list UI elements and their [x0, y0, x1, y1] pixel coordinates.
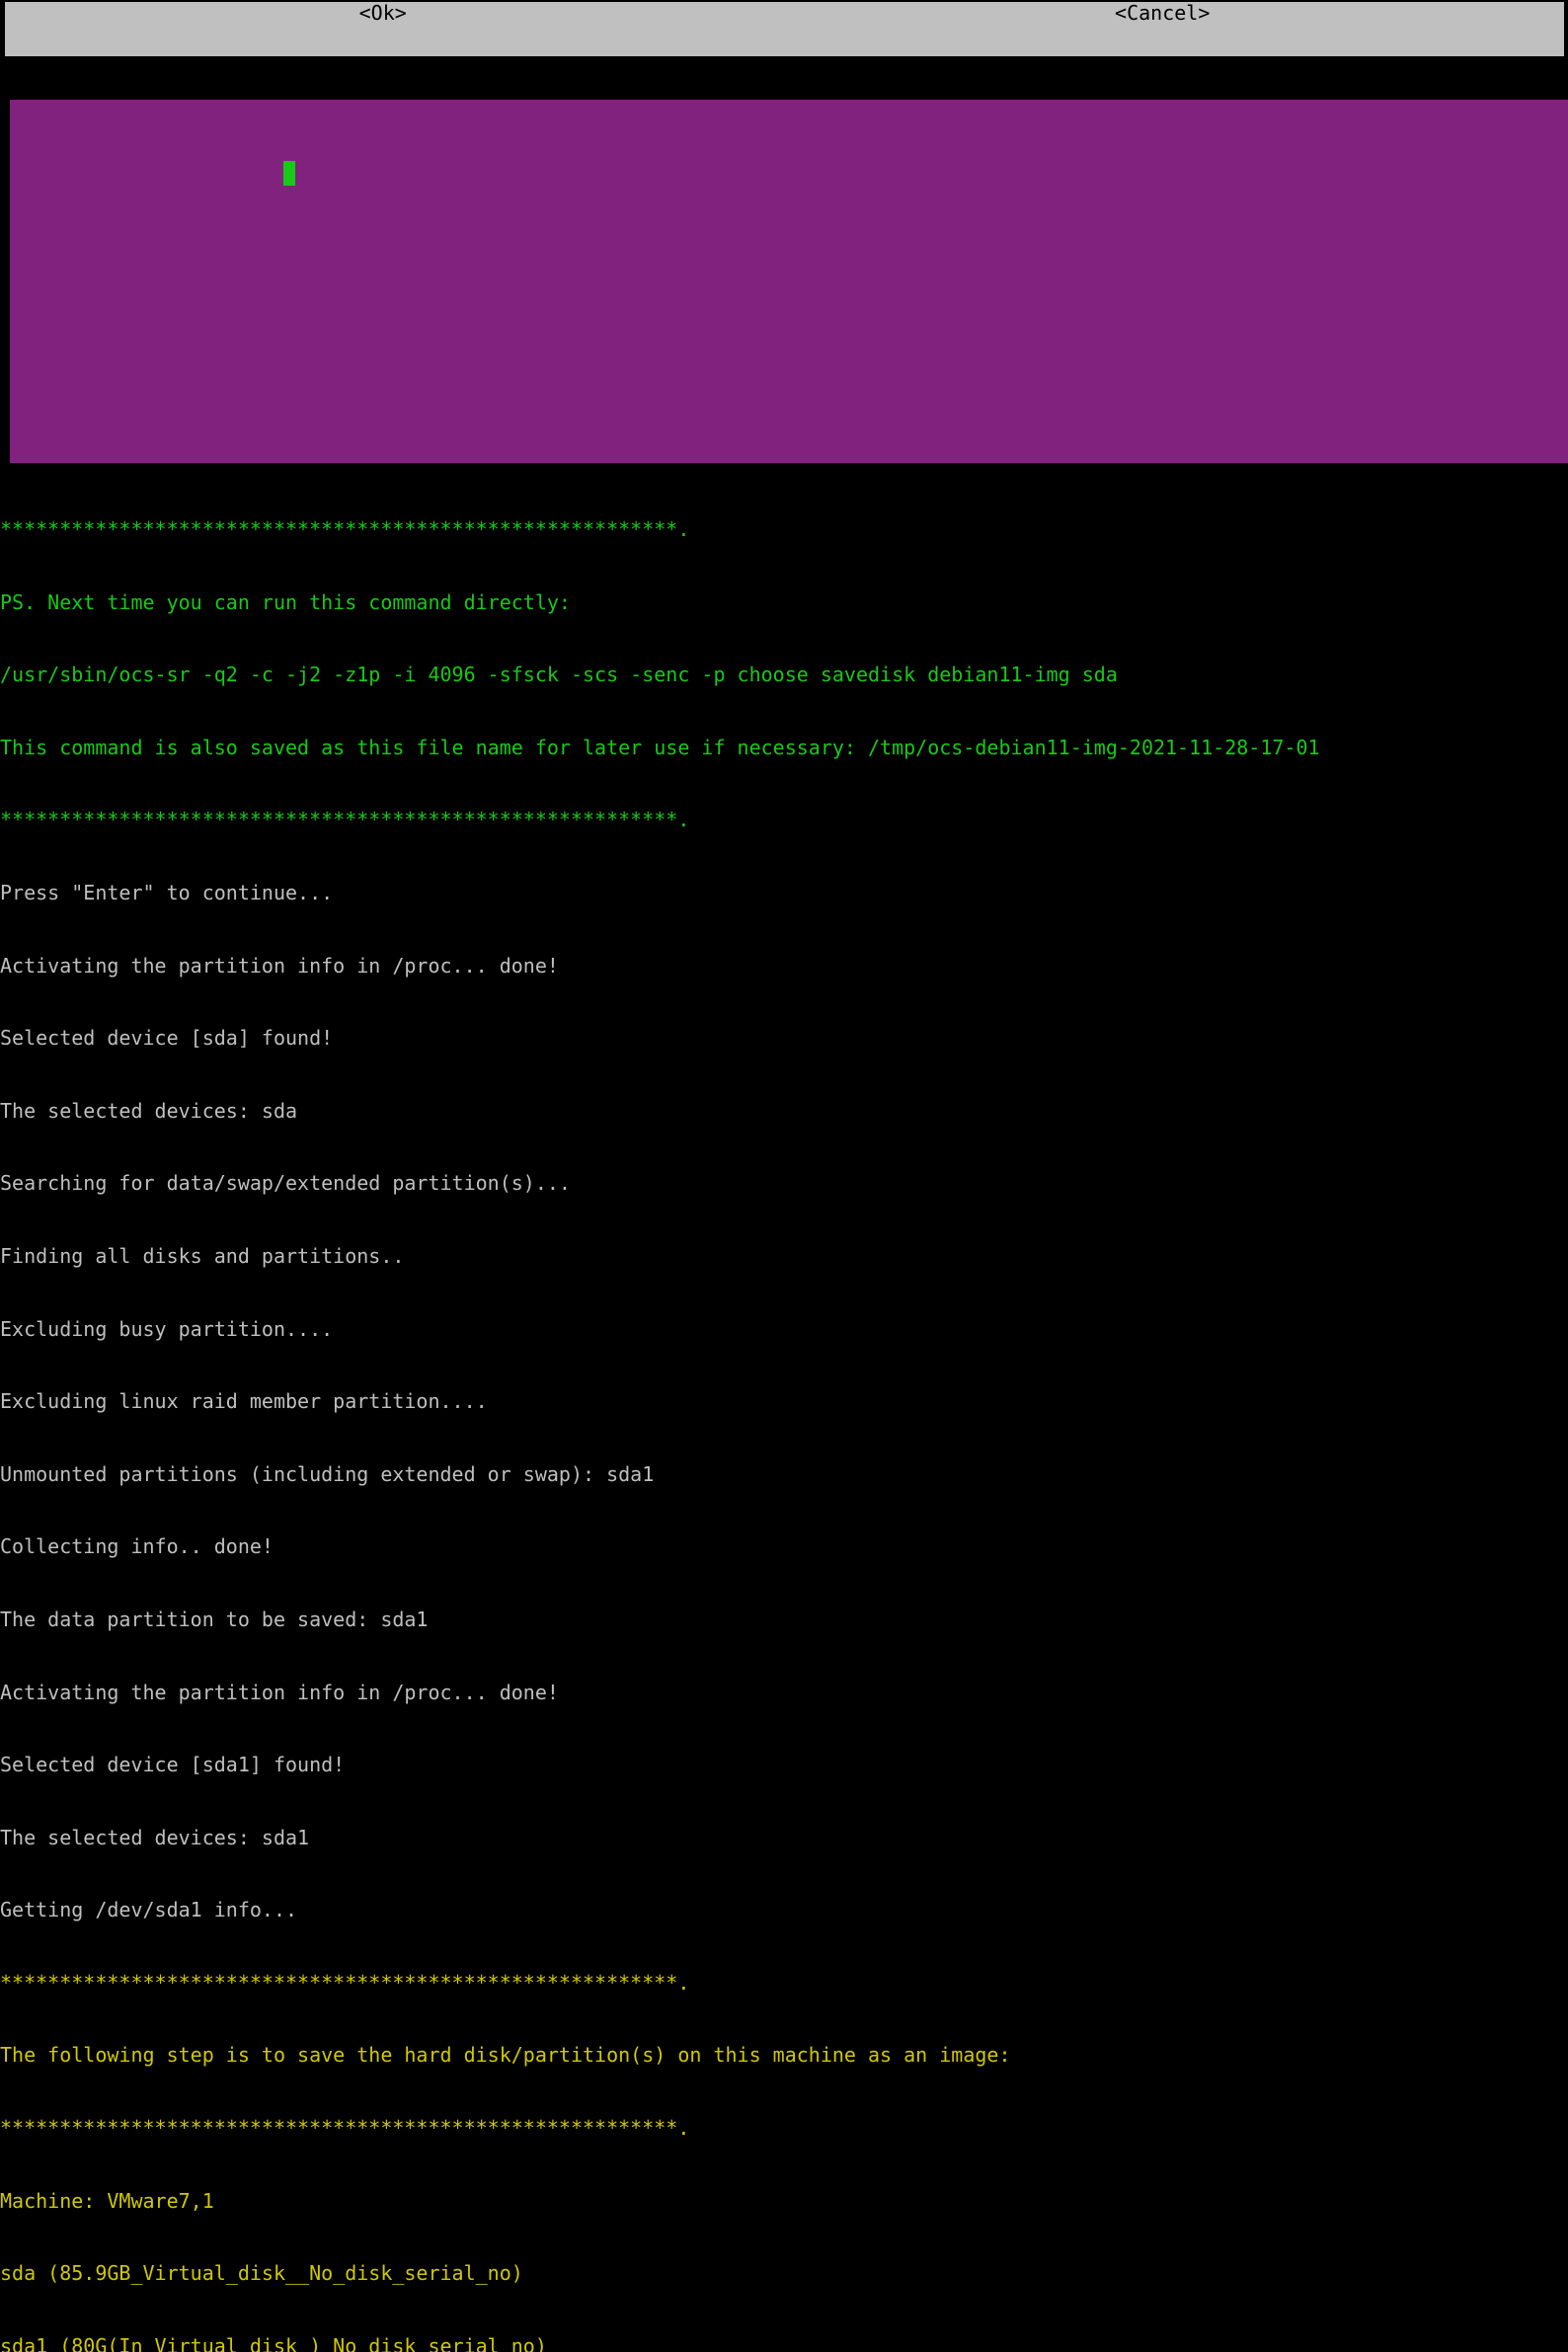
data-partition-line: The data partition to be saved: sda1 — [0, 1607, 1568, 1632]
separator-line: ****************************************… — [0, 808, 1568, 832]
selected-device-line: Selected device [sda1] found! — [0, 1753, 1568, 1777]
disk-sda-line: sda (85.9GB_Virtual_disk__No_disk_serial… — [0, 2261, 1568, 2286]
activating-line: Activating the partition info in /proc..… — [0, 954, 1568, 979]
black-strip — [10, 60, 1568, 100]
separator-line: ****************************************… — [0, 2116, 1568, 2141]
command-line: /usr/sbin/ocs-sr -q2 -c -j2 -z1p -i 4096… — [0, 663, 1568, 687]
separator-line: ****************************************… — [0, 1971, 1568, 1996]
selected-devices-line: The selected devices: sda — [0, 1099, 1568, 1124]
press-enter-line: Press "Enter" to continue... — [0, 881, 1568, 905]
dialog-button-bar: <Ok> <Cancel> — [3, 0, 1566, 58]
saved-as-line: This command is also saved as this file … — [0, 736, 1568, 760]
selected-device-line: Selected device [sda] found! — [0, 1026, 1568, 1051]
searching-line: Searching for data/swap/extended partiti… — [0, 1171, 1568, 1196]
cancel-button[interactable]: <Cancel> — [1115, 1, 1210, 26]
excluding-raid-line: Excluding linux raid member partition...… — [0, 1389, 1568, 1414]
terminal-output: ****************************************… — [0, 469, 1568, 2352]
collecting-info-line: Collecting info.. done! — [0, 1534, 1568, 1559]
disk-sda1-line: sda1 (80G(In_Virtual_disk_)_No_disk_seri… — [0, 2334, 1568, 2352]
background-panel — [10, 100, 1568, 463]
separator-line: ****************************************… — [0, 517, 1568, 542]
cursor-icon — [283, 161, 295, 186]
finding-line: Finding all disks and partitions.. — [0, 1244, 1568, 1269]
machine-line: Machine: VMware7,1 — [0, 2189, 1568, 2214]
selected-devices-line: The selected devices: sda1 — [0, 1826, 1568, 1850]
following-step-line: The following step is to save the hard d… — [0, 2043, 1568, 2068]
ps-hint-line: PS. Next time you can run this command d… — [0, 590, 1568, 615]
excluding-busy-line: Excluding busy partition.... — [0, 1317, 1568, 1342]
unmounted-partitions-line: Unmounted partitions (including extended… — [0, 1462, 1568, 1487]
ok-button[interactable]: <Ok> — [359, 1, 407, 26]
getting-info-line: Getting /dev/sda1 info... — [0, 1898, 1568, 1922]
activating-line: Activating the partition info in /proc..… — [0, 1681, 1568, 1705]
dialog-button-row: <Ok> <Cancel> — [5, 1, 1564, 26]
